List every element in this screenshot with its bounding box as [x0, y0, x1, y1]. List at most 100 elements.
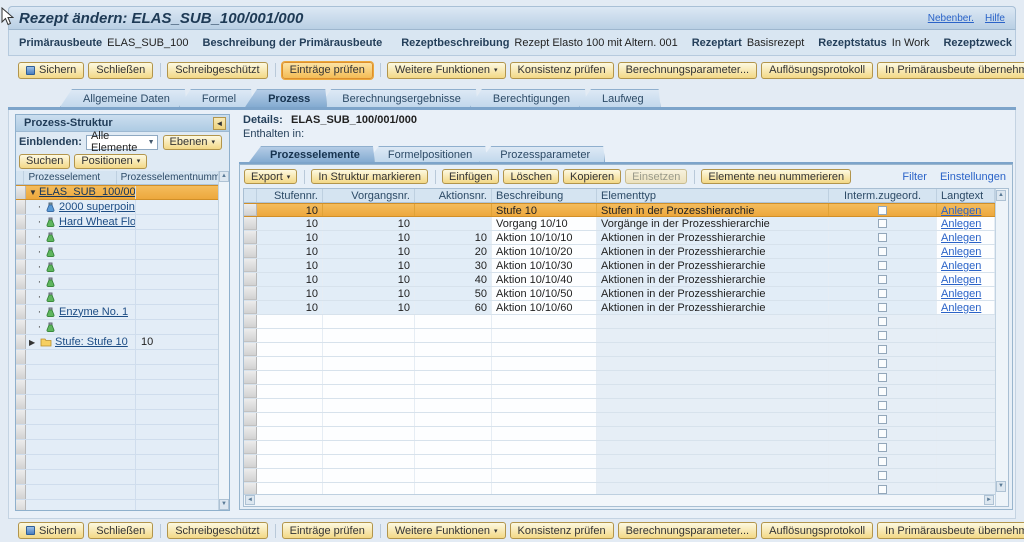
tab-berechtigungen[interactable]: Berechtigungen	[470, 89, 587, 107]
suchen-button[interactable]: Suchen	[19, 154, 70, 169]
empty-cell[interactable]	[415, 427, 492, 440]
tree-cell-element[interactable]: ·2000 superpoints	[26, 200, 136, 214]
cell-vorgangsnr[interactable]: 10	[323, 245, 415, 258]
einblenden-select[interactable]: Alle Elemente ▼	[86, 135, 158, 150]
konsistenz-pr-fen-button[interactable]: Konsistenz prüfen	[510, 522, 614, 539]
empty-cell[interactable]	[829, 427, 937, 440]
tab-prozess[interactable]: Prozess	[245, 89, 327, 107]
row-selector[interactable]	[16, 380, 26, 394]
tree-cell-number[interactable]	[136, 320, 218, 334]
tree-cell-number[interactable]	[136, 455, 218, 469]
empty-cell[interactable]	[597, 427, 829, 440]
empty-cell[interactable]	[829, 315, 937, 328]
empty-cell[interactable]	[257, 469, 323, 482]
interm-checkbox[interactable]	[878, 457, 887, 466]
schreibgesch-tzt-button[interactable]: Schreibgeschützt	[167, 62, 267, 79]
empty-cell[interactable]	[937, 469, 995, 482]
cell-stufennr[interactable]: 10	[257, 204, 323, 216]
interm-checkbox[interactable]	[878, 317, 887, 326]
empty-cell[interactable]	[492, 413, 597, 426]
einstellungen-link[interactable]: Einstellungen	[940, 171, 1006, 183]
empty-cell[interactable]	[829, 413, 937, 426]
empty-cell[interactable]	[937, 399, 995, 412]
cell-beschreibung[interactable]: Vorgang 10/10	[492, 217, 597, 230]
empty-cell[interactable]	[257, 371, 323, 384]
cell-stufennr[interactable]: 10	[257, 259, 323, 272]
empty-cell[interactable]	[597, 371, 829, 384]
interm-checkbox[interactable]	[878, 275, 887, 284]
row-selector[interactable]	[244, 427, 257, 440]
sichern-button[interactable]: Sichern	[18, 522, 84, 539]
cell-interm-zugeord[interactable]	[829, 231, 937, 244]
tree-cell-element[interactable]	[26, 470, 136, 484]
empty-cell[interactable]	[415, 329, 492, 342]
interm-checkbox[interactable]	[878, 219, 887, 228]
empty-cell[interactable]	[257, 385, 323, 398]
row-selector[interactable]	[244, 329, 257, 342]
kopieren-button[interactable]: Kopieren	[563, 169, 621, 184]
empty-cell[interactable]	[492, 343, 597, 356]
expander-closed-icon[interactable]: ▶	[29, 335, 39, 349]
cell-interm-zugeord[interactable]	[829, 287, 937, 300]
row-selector[interactable]	[16, 230, 26, 244]
row-selector[interactable]	[16, 335, 26, 349]
empty-cell[interactable]	[597, 329, 829, 342]
interm-checkbox[interactable]	[878, 415, 887, 424]
tree-cell-number[interactable]	[136, 485, 218, 499]
empty-cell[interactable]	[492, 427, 597, 440]
cell-interm-zugeord[interactable]	[829, 245, 937, 258]
empty-cell[interactable]	[257, 315, 323, 328]
aufl-sungsprotokoll-button[interactable]: Auflösungsprotokoll	[761, 522, 873, 539]
filter-link[interactable]: Filter	[902, 171, 926, 183]
interm-checkbox[interactable]	[878, 206, 887, 215]
row-selector[interactable]	[16, 440, 26, 454]
row-selector[interactable]	[16, 275, 26, 289]
anlegen-link[interactable]: Anlegen	[941, 218, 981, 230]
empty-cell[interactable]	[829, 399, 937, 412]
row-selector[interactable]	[244, 245, 257, 258]
tree-cell-element[interactable]: ·Enzyme No. 1	[26, 305, 136, 319]
empty-cell[interactable]	[257, 343, 323, 356]
tree-cell-element[interactable]: ·	[26, 275, 136, 289]
tree-cell-number[interactable]: 10	[136, 335, 218, 349]
empty-cell[interactable]	[415, 413, 492, 426]
row-selector[interactable]	[16, 350, 26, 364]
interm-checkbox[interactable]	[878, 443, 887, 452]
empty-cell[interactable]	[323, 399, 415, 412]
tree-cell-number[interactable]	[136, 200, 218, 214]
tree-cell-element[interactable]: ·	[26, 245, 136, 259]
cell-langtext[interactable]: Anlegen	[937, 245, 995, 258]
cell-langtext[interactable]: Anlegen	[937, 287, 995, 300]
empty-cell[interactable]	[829, 441, 937, 454]
empty-cell[interactable]	[937, 357, 995, 370]
row-selector[interactable]	[244, 455, 257, 468]
empty-cell[interactable]	[415, 399, 492, 412]
cell-elementtyp[interactable]: Aktionen in der Prozesshierarchie	[597, 245, 829, 258]
row-selector[interactable]	[16, 410, 26, 424]
tree-cell-element[interactable]: ·Hard Wheat Flour	[26, 215, 136, 229]
cell-aktionsnr[interactable]: 60	[415, 301, 492, 314]
row-selector[interactable]	[244, 231, 257, 244]
cell-stufennr[interactable]: 10	[257, 245, 323, 258]
interm-checkbox[interactable]	[878, 303, 887, 312]
tree-cell-number[interactable]	[136, 425, 218, 439]
tree-cell-number[interactable]	[136, 215, 218, 229]
empty-cell[interactable]	[492, 441, 597, 454]
horizontal-scrollbar[interactable]: ◄ ►	[244, 494, 995, 506]
empty-cell[interactable]	[492, 469, 597, 482]
empty-cell[interactable]	[257, 483, 323, 494]
tree-cell-element[interactable]: ▶Stufe: Stufe 10	[26, 335, 136, 349]
empty-cell[interactable]	[937, 343, 995, 356]
tree-item-link[interactable]: Hard Wheat Flour	[59, 215, 135, 229]
berechnungsparameter-button[interactable]: Berechnungsparameter...	[618, 62, 758, 79]
empty-cell[interactable]	[492, 483, 597, 494]
tree-item-link[interactable]: Enzyme No. 1	[59, 305, 128, 319]
elemente-neu-nummerieren-button[interactable]: Elemente neu nummerieren	[701, 169, 851, 184]
row-selector[interactable]	[244, 204, 257, 216]
row-selector[interactable]	[244, 441, 257, 454]
empty-cell[interactable]	[323, 343, 415, 356]
empty-cell[interactable]	[257, 455, 323, 468]
tree-cell-element[interactable]: ·	[26, 290, 136, 304]
cell-stufennr[interactable]: 10	[257, 301, 323, 314]
cell-langtext[interactable]: Anlegen	[937, 217, 995, 230]
